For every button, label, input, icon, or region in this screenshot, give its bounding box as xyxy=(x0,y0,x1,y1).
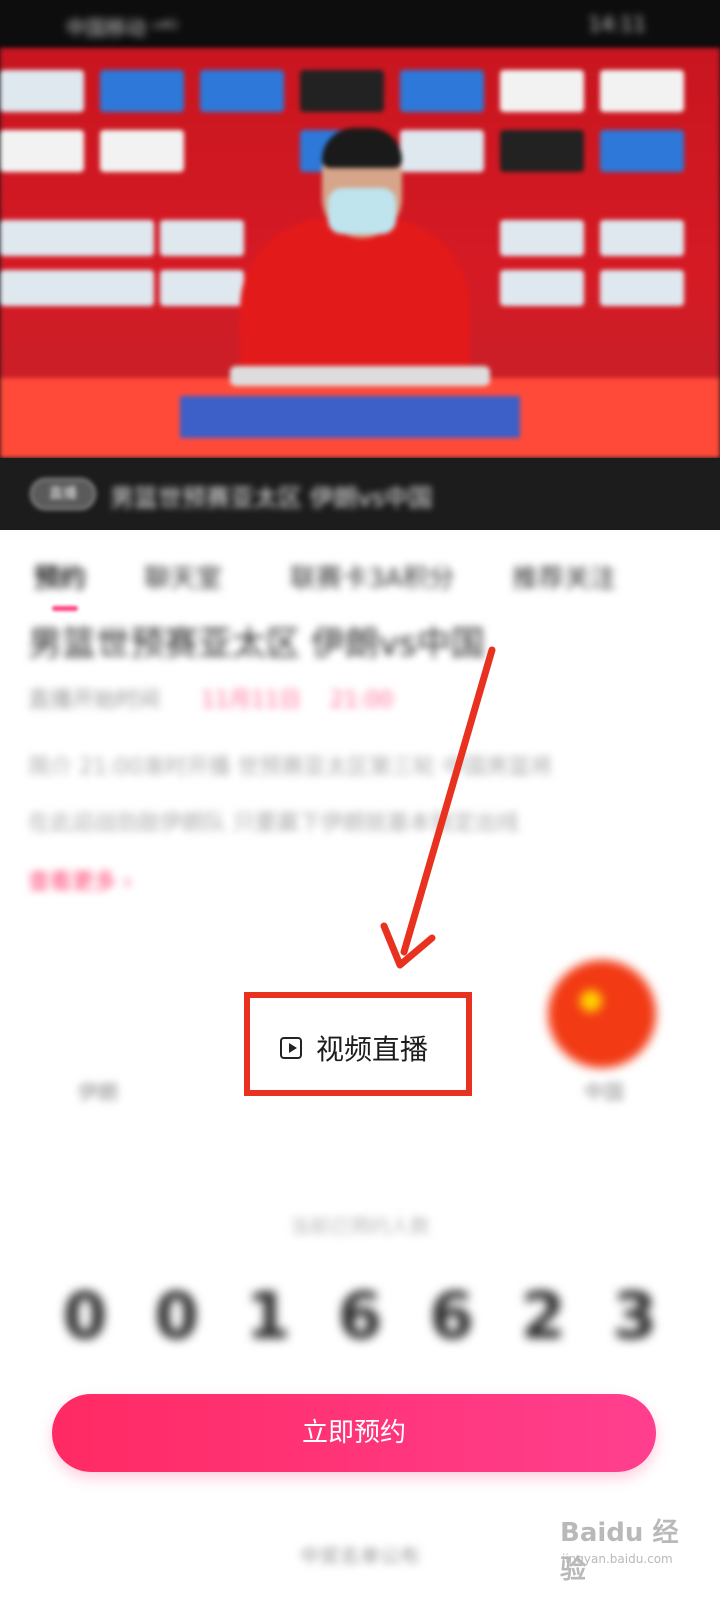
team-away: 中国 xyxy=(584,1080,624,1104)
video-caption-bar: 直播 男篮世预赛亚太区 伊朗vs中国 xyxy=(0,458,720,530)
video-live-button[interactable]: 视频直播 xyxy=(280,1028,428,1068)
china-flag-icon xyxy=(548,960,656,1068)
tab-indicator xyxy=(52,606,78,611)
event-intro: 简介 21:00准时开播 世预赛亚太区第三轮 中国男篮将 在此迎战劲敌伊朗队 只… xyxy=(28,740,688,852)
carrier-text: 中国移动 ᵘ⁴ᴳ xyxy=(66,16,179,40)
counter-digit: 1 xyxy=(246,1280,291,1354)
view-more-link[interactable]: 查看更多 › xyxy=(28,864,132,896)
team-home: 伊朗 xyxy=(78,1080,118,1104)
counter-digit: 2 xyxy=(521,1280,566,1354)
watermark-brand: Baidu 经验 xyxy=(560,1518,679,1585)
reserve-button[interactable]: 立即预约 xyxy=(52,1394,656,1472)
video-caption: 男篮世预赛亚太区 伊朗vs中国 xyxy=(110,484,433,512)
flag-star-icon xyxy=(580,990,602,1012)
counter-digit: 3 xyxy=(612,1280,658,1354)
counter-digit: 0 xyxy=(154,1280,199,1354)
live-tag: 直播 xyxy=(30,478,96,510)
reservation-counter: 0 0 1 6 6 2 3 xyxy=(42,1280,678,1354)
video-player[interactable]: 中国移动 ᵘ⁴ᴳ 14:11 直播 男篮世预赛亚太区 伊朗vs中国 xyxy=(0,0,720,530)
counter-digit: 0 xyxy=(62,1280,108,1354)
start-time-row: 直播开始时间 11月11日 21:00 xyxy=(28,682,393,714)
play-icon xyxy=(280,1037,302,1059)
intro-line: 简介 21:00准时开播 世预赛亚太区第三轮 中国男篮将 xyxy=(28,755,553,780)
tab-recommended[interactable]: 推荐关注 xyxy=(512,558,616,595)
status-bar: 中国移动 ᵘ⁴ᴳ 14:11 xyxy=(0,0,720,48)
tab-league-points[interactable]: 联赛卡3A积分 xyxy=(290,558,454,595)
video-frame xyxy=(0,48,720,458)
intro-line: 在此迎战劲敌伊朗队 只要赢下伊朗就基本锁定出线 xyxy=(28,811,519,836)
video-live-highlight: 视频直播 xyxy=(244,992,472,1096)
tab-reserve[interactable]: 预约 xyxy=(34,558,86,595)
tab-bar: 预约 聊天室 联赛卡3A积分 推荐关注 xyxy=(0,548,720,612)
event-title: 男篮世预赛亚太区 伊朗vs中国 xyxy=(28,624,485,664)
counter-digit: 6 xyxy=(429,1280,474,1354)
baidu-jingyan-watermark: Baidu 经验 jingyan.baidu.com xyxy=(560,1500,700,1585)
start-date: 11月11日 xyxy=(201,688,302,713)
watermark-url: jingyan.baidu.com xyxy=(562,1552,673,1566)
tab-chatroom[interactable]: 聊天室 xyxy=(144,558,222,595)
video-live-label: 视频直播 xyxy=(316,1033,429,1066)
start-time: 21:00 xyxy=(330,688,394,713)
clock-text: 14:11 xyxy=(588,12,646,36)
start-time-label: 直播开始时间 xyxy=(28,688,161,713)
reservation-count-label: 当前已预约人数 xyxy=(290,1214,430,1238)
counter-digit: 6 xyxy=(337,1280,383,1354)
